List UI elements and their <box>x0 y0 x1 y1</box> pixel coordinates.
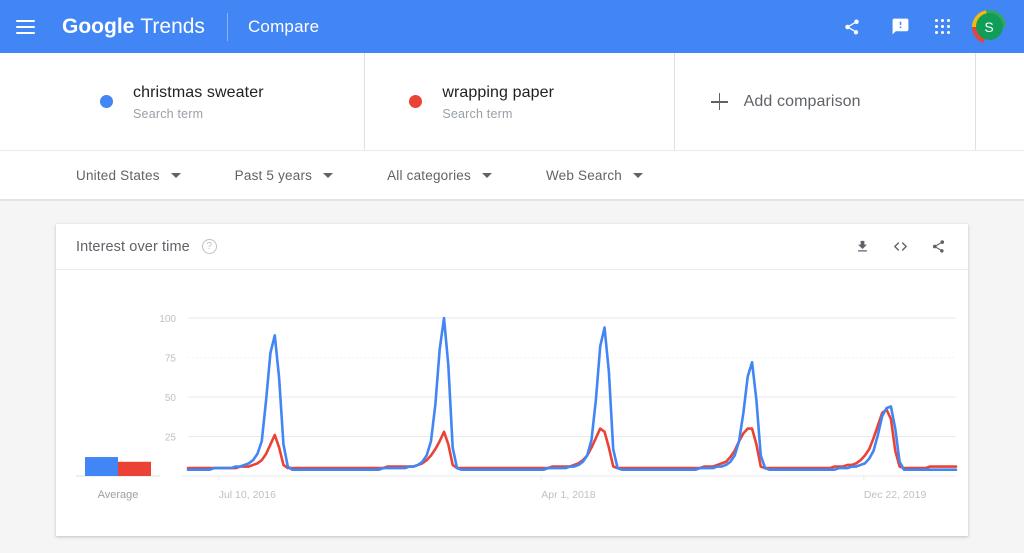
download-csv-icon[interactable] <box>855 239 870 254</box>
average-bar <box>85 457 118 476</box>
filter-time-range-label: Past 5 years <box>234 167 313 183</box>
chevron-down-icon <box>481 172 492 178</box>
interest-over-time-chart[interactable]: 25 50 75 100 Jul 10, 2016 Apr 1, 2018 Dec 22,… <box>56 270 968 536</box>
term-subtitle: Search term <box>133 106 204 121</box>
compare-term-christmas-sweater[interactable]: christmas sweater Search term <box>56 53 366 150</box>
section-title-compare[interactable]: Compare <box>248 17 319 37</box>
x-axis-tick-label: Apr 1, 2018 <box>541 489 595 501</box>
term-title: christmas sweater <box>133 83 264 101</box>
filter-search-type-label: Web Search <box>545 167 622 183</box>
compare-terms-row: christmas sweater Search term wrapping p… <box>0 53 1024 151</box>
brand-trends-text: Trends <box>140 14 205 38</box>
y-axis-tick-label: 75 <box>165 354 177 365</box>
card-header: Interest over time ? <box>56 224 968 270</box>
filter-search-type[interactable]: Web Search <box>546 168 643 183</box>
card-title: Interest over time <box>76 238 190 255</box>
chevron-down-icon <box>632 172 643 178</box>
add-comparison-label: Add comparison <box>743 92 861 110</box>
brand-google-text: Google <box>62 14 135 38</box>
y-axis-tick-label: 25 <box>165 433 177 444</box>
average-bar <box>118 461 151 476</box>
card-actions <box>855 238 946 255</box>
chart-x-axis-labels: Jul 10, 2016 Apr 1, 2018 Dec 22, 2019 <box>218 476 927 501</box>
series-line-christmas-sweater <box>188 318 956 470</box>
appbar-actions: S <box>839 9 1006 44</box>
filter-category[interactable]: All categories <box>387 168 492 183</box>
compare-term-wrapping-paper[interactable]: wrapping paper Search term <box>365 53 675 150</box>
top-app-bar: Google Trends Compare S <box>0 0 1024 53</box>
chevron-down-icon <box>170 172 181 178</box>
feedback-icon[interactable] <box>887 14 913 40</box>
plus-icon <box>710 93 728 110</box>
chart-average-bars: Average <box>76 457 160 501</box>
filter-category-label: All categories <box>387 167 471 183</box>
chart-svg: 25 50 75 100 Jul 10, 2016 Apr 1, 2018 Dec 22,… <box>76 314 968 501</box>
add-comparison-button[interactable]: Add comparison <box>675 53 976 150</box>
share-icon[interactable] <box>839 14 865 40</box>
term-color-dot-blue <box>100 95 113 108</box>
filter-bar: United States Past 5 years All categorie… <box>0 151 1024 201</box>
help-icon[interactable]: ? <box>201 239 217 254</box>
chart-y-axis-labels: 25 50 75 100 <box>159 314 176 444</box>
filter-location-label: United States <box>76 167 160 183</box>
term-color-dot-red <box>409 95 423 108</box>
x-axis-tick-label: Dec 22, 2019 <box>864 489 927 501</box>
share-chart-icon[interactable] <box>931 239 946 254</box>
y-axis-tick-label: 50 <box>165 393 177 404</box>
embed-code-icon[interactable] <box>892 238 909 255</box>
chevron-down-icon <box>323 172 334 178</box>
avatar[interactable]: S <box>972 9 1006 44</box>
interest-over-time-card: Interest over time ? 25 50 75 100 Jul 10… <box>56 224 968 536</box>
chart-gridlines <box>182 317 956 477</box>
terms-left-spacer <box>0 53 56 150</box>
google-apps-icon[interactable] <box>935 19 950 34</box>
chart-series-lines <box>188 318 956 470</box>
y-axis-tick-label: 100 <box>159 314 176 325</box>
avatar-initial: S <box>975 13 1003 40</box>
hamburger-menu-icon[interactable] <box>16 14 42 40</box>
google-trends-logo[interactable]: Google Trends <box>62 15 205 39</box>
filter-location[interactable]: United States <box>76 168 181 183</box>
filter-time-range[interactable]: Past 5 years <box>234 167 334 183</box>
term-subtitle: Search term <box>442 106 513 121</box>
series-line-wrapping-paper <box>188 410 956 468</box>
terms-right-spacer <box>976 53 1024 150</box>
term-title: wrapping paper <box>442 83 555 101</box>
main-content: Interest over time ? 25 50 75 100 Jul 10… <box>0 201 1024 552</box>
appbar-divider <box>226 12 228 41</box>
x-axis-tick-label: Jul 10, 2016 <box>219 489 276 501</box>
average-label: Average <box>98 489 139 501</box>
